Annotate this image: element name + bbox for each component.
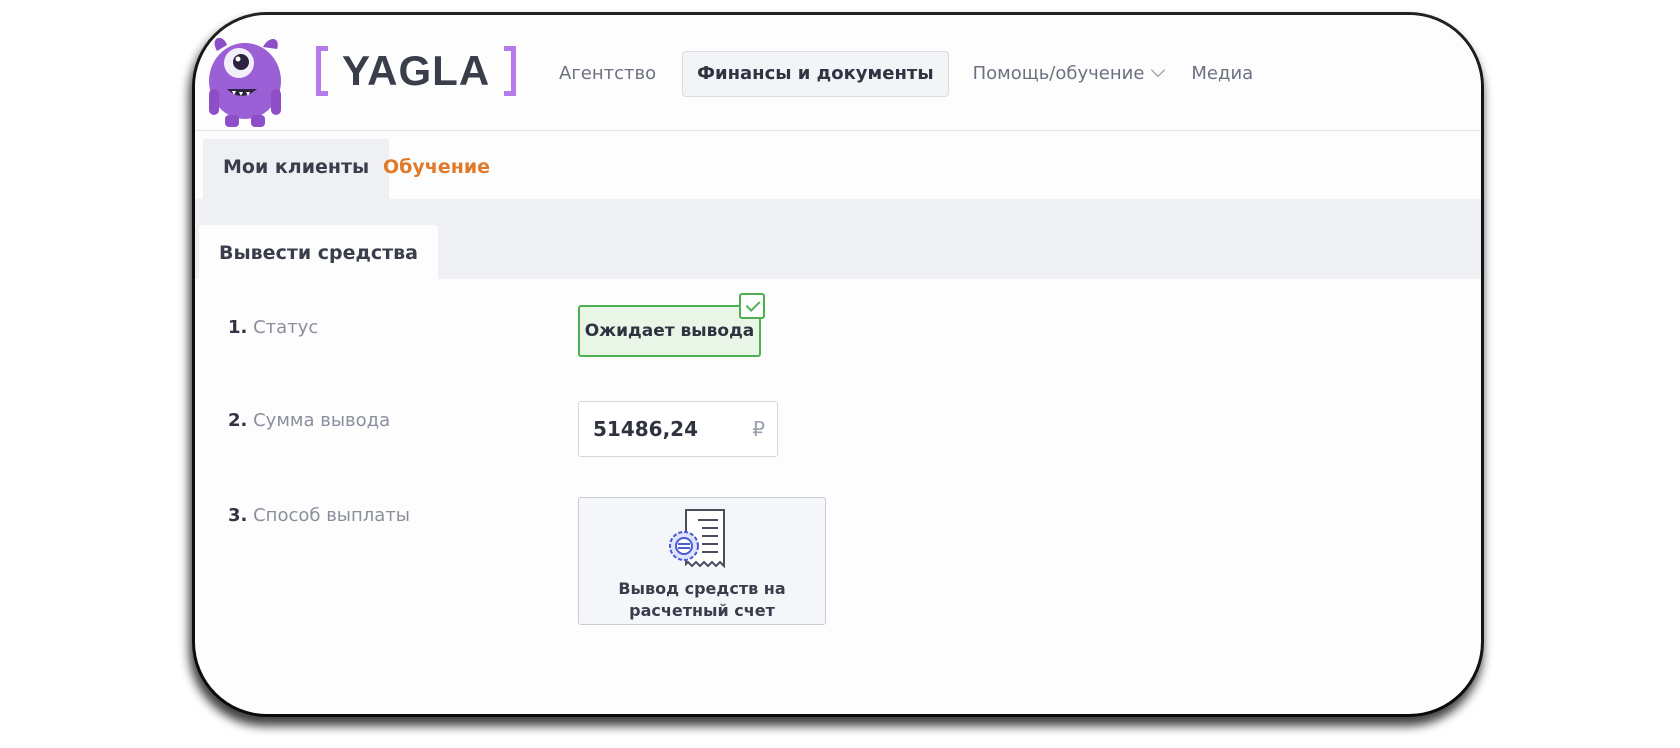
brand-name: YAGLA xyxy=(342,47,491,94)
ruble-icon: ₽ xyxy=(752,417,765,441)
top-nav: Агентство Финансы и документы Помощь/обу… xyxy=(545,51,1267,97)
subtab-withdraw-funds[interactable]: Вывести средства xyxy=(199,225,438,281)
check-icon xyxy=(739,293,765,319)
status-label-text: Статус xyxy=(253,317,319,338)
nav-item-help-label: Помощь/обучение xyxy=(972,63,1145,84)
payout-method-label-text: Способ выплаты xyxy=(253,505,411,526)
payout-method-option-line2: расчетный счет xyxy=(629,601,775,620)
logo-right-bracket xyxy=(504,46,517,96)
document-seal-icon xyxy=(669,509,725,569)
payout-method-option-label: Вывод средств на расчетный счет xyxy=(579,578,825,622)
tab-training[interactable]: Обучение xyxy=(363,139,510,199)
logo-left-bracket xyxy=(316,46,328,96)
status-value: Ожидает вывода xyxy=(584,321,755,341)
status-badge: Ожидает вывода xyxy=(578,293,765,357)
tab-my-clients[interactable]: Мои клиенты xyxy=(203,139,390,199)
status-label-number: 1. xyxy=(228,317,248,338)
payout-method-label-number: 3. xyxy=(228,505,248,526)
mascot-logo-icon[interactable] xyxy=(203,29,287,129)
payout-method-bank-account-option[interactable]: Вывод средств на расчетный счет xyxy=(578,497,826,625)
amount-label-number: 2. xyxy=(228,410,248,431)
payout-method-option-line1: Вывод средств на xyxy=(618,579,786,598)
chevron-down-icon xyxy=(1151,62,1166,78)
app-window: YAGLA Агентство Финансы и документы Помо… xyxy=(195,15,1481,714)
status-label: 1. Статус xyxy=(228,317,318,338)
amount-label: 2. Сумма вывода xyxy=(228,410,390,431)
header: YAGLA Агентство Финансы и документы Помо… xyxy=(195,15,1481,131)
main-tabs: Мои клиенты Обучение xyxy=(195,139,1481,199)
payout-method-label: 3. Способ выплаты xyxy=(228,505,410,526)
withdrawal-amount-field[interactable]: 51486,24 ₽ xyxy=(578,401,778,457)
nav-item-finance-documents[interactable]: Финансы и документы xyxy=(682,51,949,97)
nav-item-media[interactable]: Медиа xyxy=(1177,51,1267,97)
nav-item-help[interactable]: Помощь/обучение xyxy=(959,51,1178,97)
nav-item-agency[interactable]: Агентство xyxy=(545,51,670,97)
amount-label-text: Сумма вывода xyxy=(253,410,391,431)
brand-logo[interactable]: YAGLA xyxy=(316,45,517,97)
withdrawal-amount-value: 51486,24 xyxy=(593,417,699,441)
